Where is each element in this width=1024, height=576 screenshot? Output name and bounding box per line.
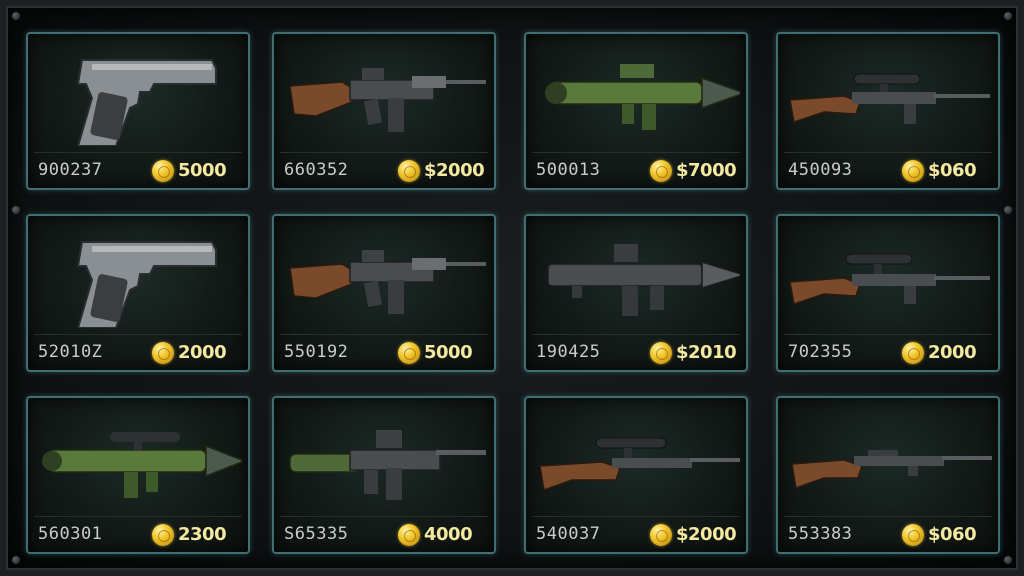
item-price: $060 bbox=[928, 524, 977, 545]
slot-divider bbox=[532, 516, 740, 517]
launcher-rifle-icon bbox=[289, 430, 486, 500]
slot-divider bbox=[34, 152, 242, 153]
item-code: 660352 bbox=[284, 160, 349, 180]
item-code: 500013 bbox=[536, 160, 601, 180]
slot-divider bbox=[280, 334, 488, 335]
pistol-icon bbox=[76, 241, 217, 328]
item-code: 702355 bbox=[788, 342, 853, 362]
item-code: S65335 bbox=[284, 524, 349, 544]
item-code: 52010Z bbox=[38, 342, 103, 362]
long-rifle-icon bbox=[791, 450, 992, 490]
coin-icon bbox=[152, 160, 174, 182]
item-code: 550192 bbox=[284, 342, 349, 362]
item-price: $2000 bbox=[676, 524, 737, 545]
coin-icon bbox=[902, 524, 924, 546]
item-code: 450093 bbox=[788, 160, 853, 180]
coin-icon bbox=[152, 524, 174, 546]
item-price: $7000 bbox=[676, 160, 737, 181]
weapon-slot[interactable]: 190425 $2010 bbox=[524, 214, 748, 372]
weapon-slot[interactable]: 900237 5000 bbox=[26, 32, 250, 190]
weapon-slot[interactable]: 52010Z 2000 bbox=[26, 214, 250, 372]
item-price: $2000 bbox=[424, 160, 485, 181]
coin-icon bbox=[398, 342, 420, 364]
slot-divider bbox=[532, 334, 740, 335]
assault-rifle-icon bbox=[289, 250, 486, 314]
weapon-slot[interactable]: S65335 4000 bbox=[272, 396, 496, 554]
item-price: 5000 bbox=[424, 342, 473, 363]
item-code: 553383 bbox=[788, 524, 853, 544]
item-price: 4000 bbox=[424, 524, 473, 545]
weapon-slot[interactable]: 560301 2300 bbox=[26, 396, 250, 554]
rocket-launcher-icon bbox=[545, 64, 740, 130]
weapon-slot[interactable]: 540037 $2000 bbox=[524, 396, 748, 554]
weapon-slot[interactable]: 660352 $2000 bbox=[272, 32, 496, 190]
item-code: 900237 bbox=[38, 160, 103, 180]
rocket-launcher-icon bbox=[42, 432, 242, 498]
slot-divider bbox=[34, 516, 242, 517]
hunting-rifle-icon bbox=[539, 437, 740, 492]
weapon-slot[interactable]: 702355 2000 bbox=[776, 214, 1000, 372]
sniper-rifle-icon bbox=[789, 253, 990, 305]
item-price: $2010 bbox=[676, 342, 737, 363]
weapon-slot[interactable]: 553383 $060 bbox=[776, 396, 1000, 554]
item-price: 2000 bbox=[928, 342, 977, 363]
rocket-launcher-icon bbox=[547, 244, 740, 316]
item-code: 560301 bbox=[38, 524, 103, 544]
coin-icon bbox=[902, 342, 924, 364]
weapon-slot[interactable]: 500013 $7000 bbox=[524, 32, 748, 190]
sniper-rifle-icon bbox=[789, 73, 990, 124]
weapon-grid: 900237 5000 660352 $2000 500013 $7000 45… bbox=[0, 0, 1024, 576]
item-price: 2000 bbox=[178, 342, 227, 363]
coin-icon bbox=[650, 342, 672, 364]
coin-icon bbox=[398, 524, 420, 546]
coin-icon bbox=[152, 342, 174, 364]
coin-icon bbox=[902, 160, 924, 182]
slot-divider bbox=[784, 516, 992, 517]
slot-divider bbox=[280, 152, 488, 153]
item-code: 190425 bbox=[536, 342, 601, 362]
item-price: 5000 bbox=[178, 160, 227, 181]
coin-icon bbox=[398, 160, 420, 182]
slot-divider bbox=[784, 152, 992, 153]
slot-divider bbox=[34, 334, 242, 335]
weapon-slot[interactable]: 550192 5000 bbox=[272, 214, 496, 372]
slot-divider bbox=[280, 516, 488, 517]
slot-divider bbox=[784, 334, 992, 335]
weapon-slot[interactable]: 450093 $060 bbox=[776, 32, 1000, 190]
item-code: 540037 bbox=[536, 524, 601, 544]
item-price: 2300 bbox=[178, 524, 227, 545]
item-price: $060 bbox=[928, 160, 977, 181]
assault-rifle-icon bbox=[289, 68, 486, 132]
coin-icon bbox=[650, 160, 672, 182]
slot-divider bbox=[532, 152, 740, 153]
pistol-icon bbox=[76, 59, 217, 146]
coin-icon bbox=[650, 524, 672, 546]
